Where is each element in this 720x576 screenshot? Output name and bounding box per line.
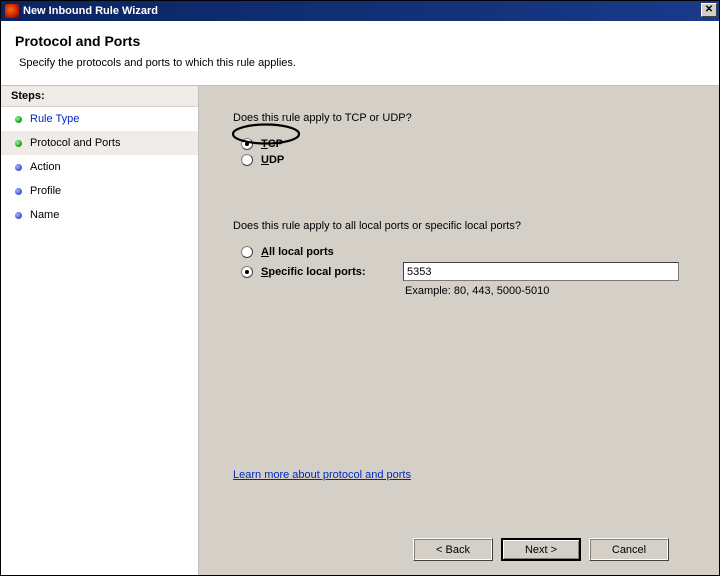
radio-all-ports[interactable]: All local ports (241, 246, 685, 258)
radio-label: Specific local ports: (261, 266, 403, 278)
page-title: Protocol and Ports (15, 33, 701, 49)
firewall-icon (5, 4, 19, 18)
step-label: Rule Type (30, 113, 79, 125)
bullet-icon (15, 116, 22, 123)
step-rule-type[interactable]: Rule Type (1, 107, 198, 131)
question-protocol: Does this rule apply to TCP or UDP? (233, 112, 685, 124)
content-inner: Does this rule apply to TCP or UDP? TCP … (233, 112, 685, 528)
back-button[interactable]: < Back (413, 538, 493, 561)
radio-icon (241, 138, 253, 150)
bullet-icon (15, 164, 22, 171)
question-ports: Does this rule apply to all local ports … (233, 220, 685, 232)
steps-sidebar: Steps: Rule Type Protocol and Ports Acti… (1, 86, 199, 575)
steps-heading: Steps: (1, 86, 198, 107)
radio-icon (241, 154, 253, 166)
learn-more-link[interactable]: Learn more about protocol and ports (233, 469, 411, 481)
cancel-button[interactable]: Cancel (589, 538, 669, 561)
step-name[interactable]: Name (1, 203, 198, 227)
bullet-icon (15, 188, 22, 195)
step-action[interactable]: Action (1, 155, 198, 179)
radio-icon (241, 266, 253, 278)
close-button[interactable]: ✕ (701, 3, 717, 17)
page-subtitle: Specify the protocols and ports to which… (19, 57, 701, 69)
step-protocol-ports[interactable]: Protocol and Ports (1, 131, 198, 155)
bullet-icon (15, 140, 22, 147)
specific-ports-input[interactable] (403, 262, 679, 281)
header-panel: Protocol and Ports Specify the protocols… (1, 21, 719, 86)
step-profile[interactable]: Profile (1, 179, 198, 203)
radio-specific-ports[interactable]: Specific local ports: (241, 262, 685, 281)
radio-label: UDP (261, 154, 284, 166)
radio-tcp[interactable]: TCP (241, 138, 685, 150)
wizard-window: New Inbound Rule Wizard ✕ Protocol and P… (0, 0, 720, 576)
step-label: Protocol and Ports (30, 137, 121, 149)
step-label: Action (30, 161, 61, 173)
bullet-icon (15, 212, 22, 219)
step-label: Profile (30, 185, 61, 197)
button-row: < Back Next > Cancel (233, 528, 685, 575)
step-label: Name (30, 209, 59, 221)
radio-udp[interactable]: UDP (241, 154, 685, 166)
radio-icon (241, 246, 253, 258)
window-title: New Inbound Rule Wizard (23, 5, 158, 17)
next-button[interactable]: Next > (501, 538, 581, 561)
titlebar: New Inbound Rule Wizard ✕ (1, 1, 719, 21)
radio-label: TCP (261, 138, 283, 150)
body-area: Steps: Rule Type Protocol and Ports Acti… (1, 86, 719, 575)
radio-label: All local ports (261, 246, 403, 258)
ports-example-text: Example: 80, 443, 5000-5010 (405, 285, 685, 297)
content-panel: Does this rule apply to TCP or UDP? TCP … (199, 86, 719, 575)
port-block: Does this rule apply to all local ports … (233, 220, 685, 297)
